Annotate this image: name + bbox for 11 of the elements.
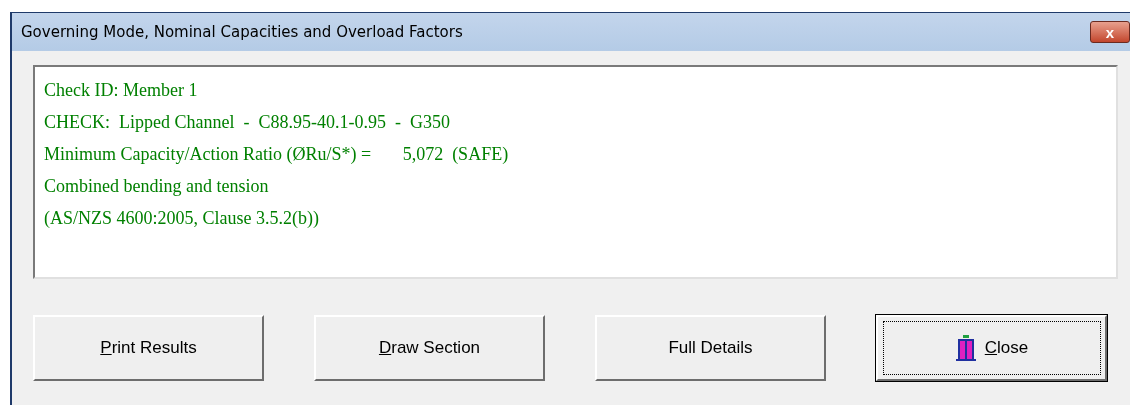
result-line: Minimum Capacity/Action Ratio (ØRu/S*) = 5,072 (SAFE) bbox=[44, 143, 509, 166]
result-line: CHECK: Lipped Channel - C88.95-40.1-0.95 - G350 bbox=[44, 111, 450, 134]
window-title: Governing Mode, Nominal Capacities and Overload Factors bbox=[21, 21, 463, 43]
dialog-button[interactable]: Print Results bbox=[33, 315, 264, 381]
dialog-button[interactable]: Draw Section bbox=[314, 315, 545, 381]
result-line: Check ID: Member 1 bbox=[44, 79, 198, 102]
dialog-button[interactable]: Full Details bbox=[595, 315, 826, 381]
result-line: (AS/NZS 4600:2005, Clause 3.5.2(b)) bbox=[44, 207, 319, 230]
dialog-button[interactable]: Close bbox=[876, 315, 1107, 381]
door-icon bbox=[954, 335, 977, 361]
result-line: Combined bending and tension bbox=[44, 175, 269, 198]
